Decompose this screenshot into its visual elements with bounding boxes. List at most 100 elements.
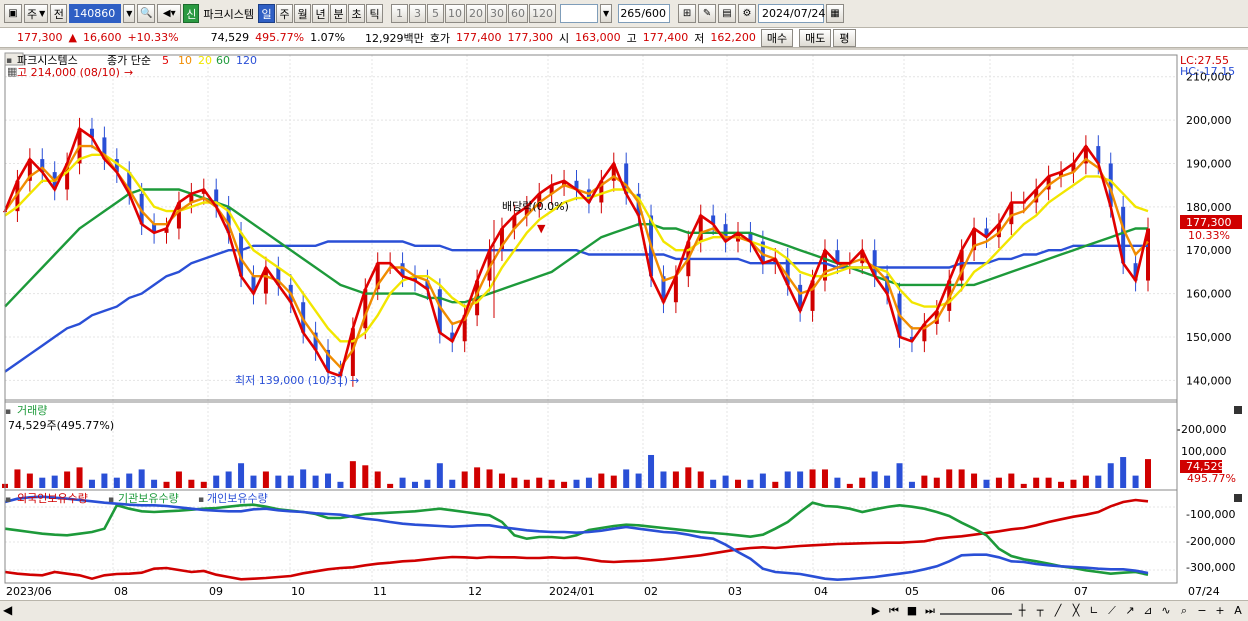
sell-button[interactable]: 매도: [799, 28, 832, 47]
volume-bar: [548, 479, 555, 488]
speaker-icon[interactable]: ◀▾: [157, 4, 182, 23]
volume-bar: [946, 469, 953, 488]
tab-interval-6[interactable]: 60: [508, 4, 529, 23]
save-icon[interactable]: ▤: [718, 4, 737, 23]
volume-bar: [921, 475, 928, 488]
volume-bar: [424, 479, 431, 488]
interval-tabs: 1 3 5 10 20 30 60 120: [391, 4, 557, 23]
stock-code-input[interactable]: 140860: [69, 4, 122, 23]
play-icon[interactable]: ⏮: [886, 602, 902, 619]
chart-tools-icon[interactable]: ⊞: [678, 4, 697, 23]
price-y-tick: 200,000: [1186, 114, 1232, 127]
data-count-input[interactable]: 265/600: [618, 4, 671, 23]
volume-bar: [672, 471, 679, 488]
chart-area[interactable]: 210,000 200,000 190,000 180,000 170,000 160,0…: [0, 50, 1248, 603]
volume-bar: [1132, 475, 1139, 488]
volume-bar: [88, 479, 95, 488]
x-axis-label: 09: [209, 585, 223, 598]
prev-button[interactable]: 전: [50, 4, 68, 23]
tab-period-5[interactable]: 초: [348, 4, 366, 23]
holding-line-2: [4, 495, 1149, 582]
volume-bar: [474, 467, 481, 488]
grid-icon[interactable]: ┬: [1032, 602, 1048, 619]
scroll-right-icon[interactable]: ▶: [868, 602, 884, 619]
volume-bar: [461, 471, 468, 488]
volume-y-tick: 100,000: [1181, 445, 1227, 458]
tab-interval-4[interactable]: 20: [466, 4, 487, 23]
tab-interval-2[interactable]: 5: [427, 4, 445, 23]
tab-period-2[interactable]: 월: [294, 4, 312, 23]
volume-bar: [598, 473, 605, 488]
tab-period-3[interactable]: 년: [312, 4, 330, 23]
market-select[interactable]: 주 ▼: [24, 4, 49, 23]
gear-icon[interactable]: ⚙: [738, 4, 757, 23]
zoom-out-icon[interactable]: −: [1194, 602, 1210, 619]
custom-interval-input[interactable]: [560, 4, 599, 23]
volume-bar: [411, 481, 418, 488]
date-input[interactable]: 2024/07/24: [758, 4, 825, 23]
window-icon[interactable]: ▣: [4, 4, 22, 23]
draw-tools-icon[interactable]: ✎: [698, 4, 717, 23]
volume-pct: 495.77%: [255, 31, 305, 44]
volume-bar: [697, 471, 704, 488]
fast-forward-icon[interactable]: ⏭: [922, 602, 938, 619]
price-y-tick: 160,000: [1186, 288, 1232, 301]
draw-icon-2[interactable]: ╳: [1068, 602, 1084, 619]
search-icon[interactable]: 🔍: [137, 4, 156, 23]
average-button[interactable]: 평: [833, 28, 856, 47]
calendar-icon[interactable]: ▦: [826, 4, 845, 23]
tab-interval-3[interactable]: 10: [445, 4, 466, 23]
price-y-tick: 190,000: [1186, 157, 1232, 170]
ask-price: 177,300: [507, 31, 554, 44]
close-panel-icon[interactable]: [1234, 494, 1242, 502]
draw-icon-5[interactable]: ↗: [1122, 602, 1138, 619]
tick-icon[interactable]: ┼: [1014, 602, 1030, 619]
zoom-slider[interactable]: [940, 607, 1012, 615]
draw-icon-6[interactable]: ⊿: [1140, 602, 1156, 619]
volume-bar: [722, 475, 729, 488]
tab-interval-5[interactable]: 30: [487, 4, 508, 23]
tab-interval-0[interactable]: 1: [391, 4, 409, 23]
volume-bar: [585, 477, 592, 488]
x-axis-label: 07: [1074, 585, 1088, 598]
data-count-value: 265: [620, 7, 642, 20]
tab-interval-1[interactable]: 3: [409, 4, 427, 23]
stop-icon[interactable]: ■: [904, 602, 920, 619]
volume-bar: [213, 475, 220, 488]
holding-line-1: [4, 501, 1149, 576]
calculator-icon[interactable]: ▦: [7, 65, 17, 78]
volume-bar: [1107, 463, 1114, 488]
scroll-left-icon[interactable]: ◀: [3, 603, 12, 617]
chevron-down-icon[interactable]: ▼: [123, 4, 136, 23]
zoom-search-icon[interactable]: ⌕: [1176, 602, 1192, 619]
x-axis-label: 10: [291, 585, 305, 598]
tab-period-1[interactable]: 주: [276, 4, 294, 23]
draw-icon-3[interactable]: ∟: [1086, 602, 1102, 619]
zoom-in-icon[interactable]: +: [1212, 602, 1228, 619]
x-axis-label: 05: [905, 585, 919, 598]
chevron-down-icon[interactable]: ▼: [600, 4, 613, 23]
chart-svg[interactable]: 210,000200,000190,000180,000170,000160,0…: [0, 50, 1248, 603]
x-axis-label: 06: [991, 585, 1005, 598]
volume-bar: [859, 477, 866, 488]
tab-interval-7[interactable]: 120: [529, 4, 557, 23]
volume-bar: [846, 483, 853, 488]
volume-bar: [635, 473, 642, 488]
volume-bar: [163, 481, 170, 488]
volume-y-tick: 200,000: [1181, 423, 1227, 436]
volume-bar: [101, 473, 108, 488]
volume-bar: [262, 471, 269, 488]
tab-period-0[interactable]: 일: [258, 4, 276, 23]
tab-period-4[interactable]: 분: [330, 4, 348, 23]
low-label: 저: [694, 31, 705, 45]
volume-bar: [300, 469, 307, 488]
close-panel-icon[interactable]: [1234, 406, 1242, 414]
volume-bar: [449, 479, 456, 488]
buy-button[interactable]: 매수: [760, 28, 794, 47]
draw-icon-4[interactable]: ⟋: [1104, 602, 1120, 619]
draw-icon-1[interactable]: ╱: [1050, 602, 1066, 619]
font-icon[interactable]: A: [1230, 602, 1246, 619]
volume-bar: [896, 463, 903, 488]
draw-icon-7[interactable]: ∿: [1158, 602, 1174, 619]
tab-period-6[interactable]: 틱: [366, 4, 384, 23]
